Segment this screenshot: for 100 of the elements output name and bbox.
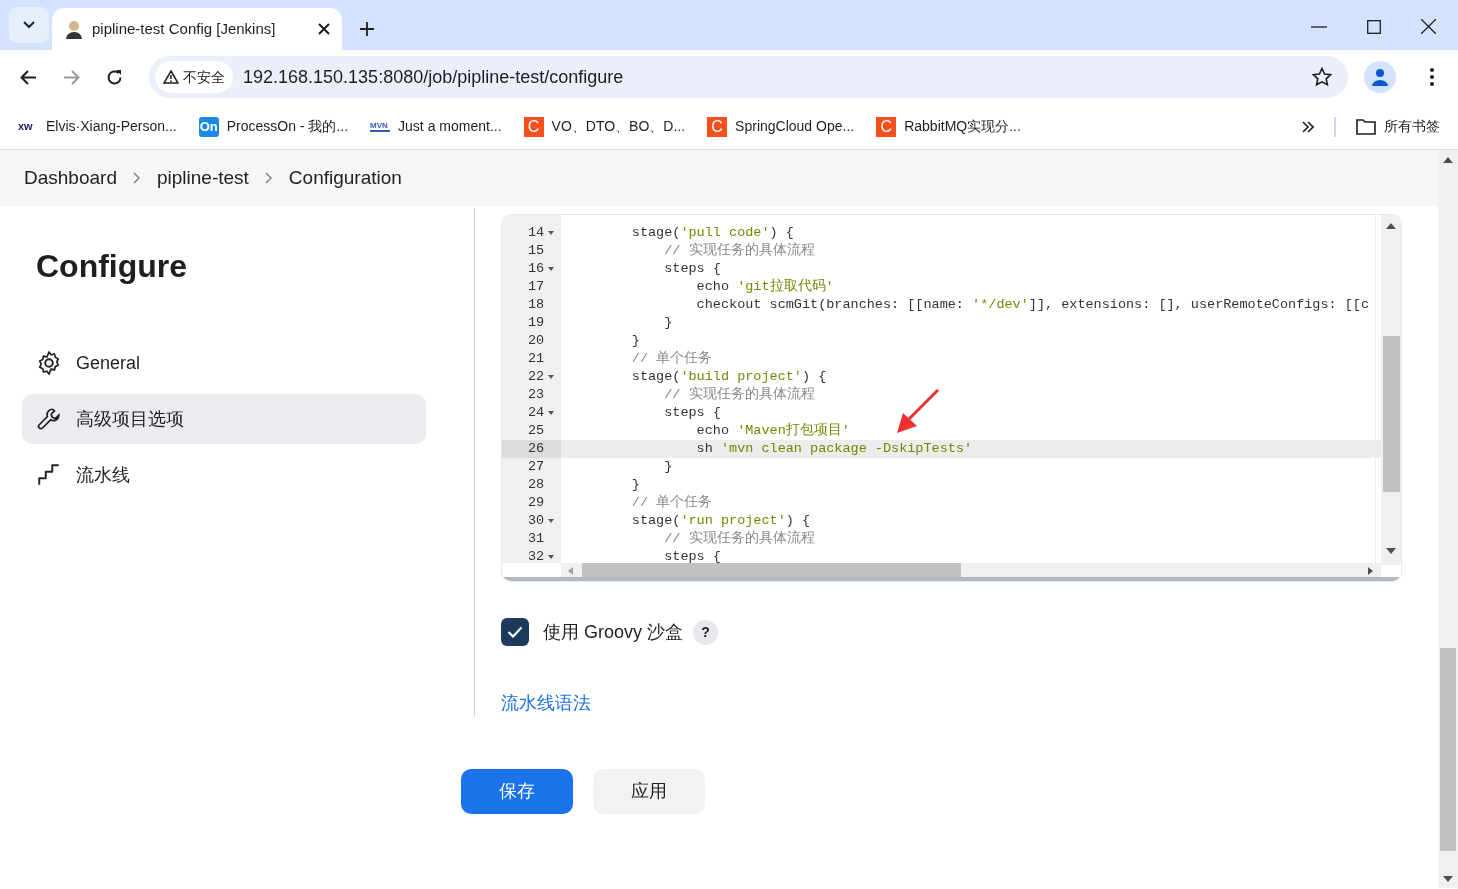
fold-icon[interactable] — [548, 555, 555, 559]
help-button[interactable]: ? — [693, 619, 719, 645]
pipeline-icon — [36, 462, 62, 488]
checkbox[interactable] — [501, 618, 529, 646]
code-line: steps { — [663, 547, 721, 566]
scroll-right-icon[interactable] — [1368, 567, 1373, 575]
person-icon — [1371, 68, 1389, 86]
code-line: } — [663, 457, 673, 476]
breadcrumb-link[interactable]: pipline-test — [156, 163, 249, 193]
checkmark-icon — [507, 626, 523, 638]
chevron-down-icon — [23, 21, 35, 29]
line-number: 15 — [528, 241, 545, 260]
line-number: 22 — [528, 367, 545, 386]
back-arrow-icon[interactable] — [20, 69, 37, 85]
bookmark-item[interactable]: MVN Just a moment... — [370, 116, 502, 137]
horizontal-scrollbar[interactable] — [561, 563, 1381, 577]
scroll-down-icon[interactable] — [1386, 548, 1396, 554]
scroll-up-icon[interactable] — [1386, 223, 1396, 229]
code-line: echo 'Maven打包项目' — [695, 421, 850, 440]
code-line: echo 'git拉取代码' — [695, 277, 834, 296]
line-number: 29 — [528, 493, 545, 512]
bookmark-item[interactable]: C VO、DTO、BO、D... — [523, 116, 686, 137]
sidebar-item[interactable]: 流水线 — [22, 450, 426, 500]
scroll-thumb[interactable] — [1440, 648, 1456, 851]
page-scrollbar[interactable] — [1438, 150, 1458, 888]
line-number: 21 — [528, 349, 545, 368]
site-icon: On — [198, 116, 219, 137]
minimize-icon[interactable] — [1311, 25, 1327, 28]
bookmark-item[interactable]: On ProcessOn - 我的... — [198, 116, 349, 137]
line-number: 27 — [528, 457, 545, 476]
pipeline-syntax-link[interactable]: 流水线语法 — [501, 690, 591, 717]
site-icon: C — [523, 116, 544, 137]
security-chip[interactable]: 不安全 — [155, 61, 233, 93]
code-line: // 实现任务的具体流程 — [663, 385, 815, 404]
line-number: 16 — [528, 259, 545, 278]
fold-icon[interactable] — [548, 231, 555, 235]
scroll-thumb[interactable] — [582, 563, 961, 577]
chevron-double-right-icon[interactable] — [1302, 120, 1314, 133]
line-number: 28 — [528, 475, 545, 494]
bookmark-item[interactable]: xw Elvis·Xiang-Person... — [18, 116, 177, 137]
browser-tab[interactable]: pipline-test Config [Jenkins] — [52, 8, 342, 50]
code-line: } — [630, 475, 640, 494]
fold-icon[interactable] — [548, 375, 555, 379]
bookmark-item[interactable]: C RabbitMQ实现分... — [876, 116, 1021, 137]
chevron-right-icon — [264, 172, 273, 184]
code-line: steps { — [663, 259, 721, 278]
code-line: // 实现任务的具体流程 — [663, 529, 815, 548]
code-line: stage('build project') { — [630, 367, 827, 386]
close-icon[interactable] — [1421, 19, 1436, 34]
new-tab-icon[interactable] — [360, 22, 374, 36]
apply-button[interactable]: 应用 — [593, 769, 705, 814]
close-icon[interactable] — [318, 23, 330, 35]
gear-icon — [36, 350, 62, 376]
scroll-up-icon[interactable] — [1443, 157, 1453, 163]
all-bookmarks-button[interactable]: 所有书签 — [1356, 116, 1440, 137]
folder-icon — [1356, 118, 1376, 135]
reload-icon[interactable] — [106, 68, 123, 86]
arrow-annotation — [895, 389, 939, 435]
code-line: steps { — [663, 403, 721, 422]
scroll-thumb[interactable] — [1383, 336, 1400, 492]
fold-icon[interactable] — [548, 267, 555, 271]
code-line: // 单个任务 — [630, 349, 713, 368]
vertical-scrollbar[interactable] — [1381, 215, 1401, 565]
line-number: 31 — [528, 529, 545, 548]
line-number: 32 — [528, 547, 545, 566]
code-line: checkout scmGit(branches: [[name: '*/dev']], extensions: [], userRemoteConfigs: [[c — [695, 295, 1370, 314]
checkbox-label: 使用 Groovy 沙盒 — [543, 620, 684, 644]
tab-title: pipline-test Config [Jenkins] — [92, 18, 277, 39]
save-button[interactable]: 保存 — [461, 769, 573, 814]
site-icon: C — [876, 116, 897, 137]
breadcrumb-link[interactable]: Configuration — [288, 163, 402, 193]
breadcrumb-link[interactable]: Dashboard — [24, 163, 117, 193]
fold-icon[interactable] — [548, 519, 555, 523]
code-line: // 单个任务 — [630, 493, 713, 512]
site-icon: xw — [18, 121, 38, 132]
code-line: stage('run project') { — [630, 511, 811, 530]
maximize-icon[interactable] — [1367, 19, 1381, 34]
line-number: 24 — [528, 403, 545, 422]
code-line: sh 'mvn clean package -DskipTests' — [695, 439, 973, 458]
tab-list-button[interactable] — [9, 7, 49, 43]
site-icon: C — [707, 116, 728, 137]
bookmark-item[interactable]: C SpringCloud Ope... — [707, 116, 855, 137]
forward-arrow-icon[interactable] — [63, 69, 80, 85]
line-number: 14 — [528, 223, 545, 242]
scroll-down-icon[interactable] — [1443, 876, 1453, 882]
fold-icon[interactable] — [548, 411, 555, 415]
warning-icon — [163, 70, 179, 84]
security-label: 不安全 — [183, 67, 225, 87]
sidebar-item[interactable]: General — [22, 338, 426, 388]
profile-button[interactable] — [1364, 61, 1396, 93]
code-line: // 实现任务的具体流程 — [663, 241, 815, 260]
code-line: } — [663, 313, 673, 332]
sidebar-item[interactable]: 高级项目选项 — [22, 394, 426, 444]
avatar-icon — [64, 19, 84, 39]
line-number: 26 — [528, 439, 545, 458]
url-text: 192.168.150.135:8080/job/pipline-test/configure — [243, 65, 624, 89]
star-icon[interactable] — [1312, 67, 1332, 87]
more-menu-icon[interactable] — [1430, 68, 1434, 86]
line-number: 17 — [528, 277, 545, 296]
line-number: 20 — [528, 331, 545, 350]
